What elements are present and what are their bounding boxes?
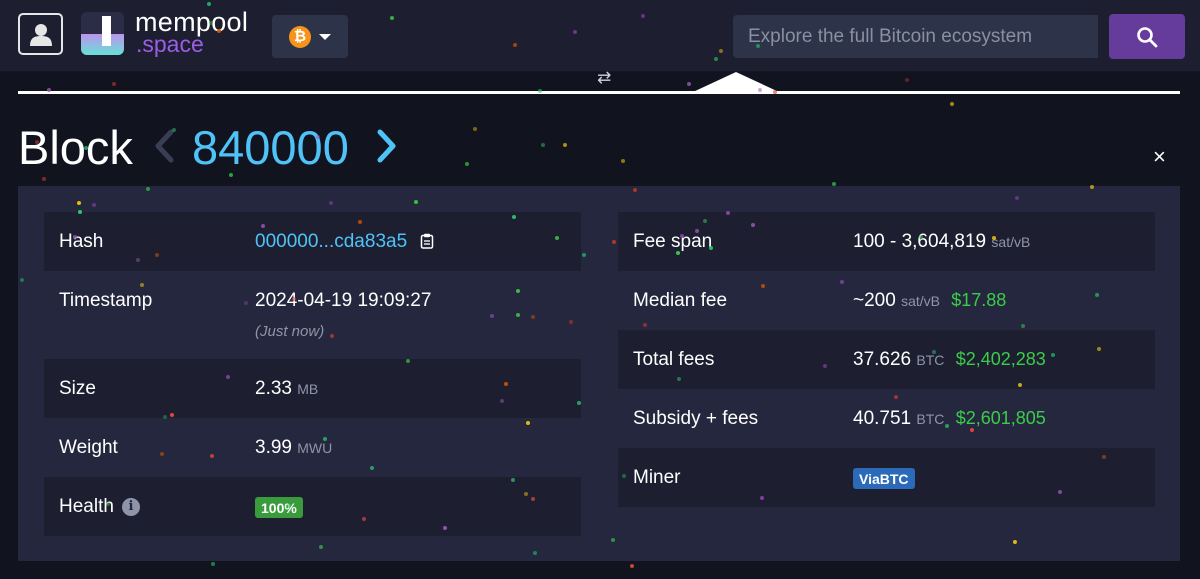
confetti-dot bbox=[563, 143, 567, 147]
fee-span-label: Fee span bbox=[633, 231, 713, 252]
user-icon bbox=[29, 24, 52, 46]
previous-block-icon[interactable] bbox=[152, 128, 176, 164]
search-input[interactable] bbox=[733, 15, 1098, 58]
info-icon[interactable]: i bbox=[121, 497, 140, 516]
bitcoin-icon: ₿ bbox=[289, 25, 311, 48]
confetti-dot bbox=[112, 82, 116, 86]
fee-span-unit: sat/vB bbox=[991, 234, 1031, 250]
table-row-fee-span: Fee span 100 - 3,604,819 sat/vB bbox=[618, 212, 1155, 271]
confetti-dot bbox=[630, 564, 634, 568]
weight-value-wrap: 3.99 MWU bbox=[255, 437, 332, 459]
table-row-timestamp: Timestamp 2024-04-19 19:09:27 (Just now) bbox=[44, 271, 581, 359]
subsidy-fees-fiat[interactable]: $2,601,805 bbox=[956, 408, 1046, 428]
confetti-dot bbox=[905, 78, 909, 82]
table-row-weight: Weight 3.99 MWU bbox=[44, 418, 581, 477]
confetti-dot bbox=[541, 143, 545, 147]
fee-span-value-wrap: 100 - 3,604,819 sat/vB bbox=[853, 231, 1030, 253]
selected-block-pointer bbox=[693, 72, 779, 92]
median-fee-label: Median fee bbox=[633, 290, 728, 311]
confetti-dot bbox=[621, 159, 625, 163]
median-fee-fiat[interactable]: $17.88 bbox=[951, 290, 1006, 310]
close-icon[interactable]: × bbox=[1153, 146, 1166, 168]
block-details-left-table: Hash 000000...cda83a5 Timestamp 2024-04-… bbox=[44, 212, 581, 536]
user-account-button[interactable] bbox=[18, 13, 63, 55]
miner-badge[interactable]: ViaBTC bbox=[853, 468, 915, 489]
timestamp-label: Timestamp bbox=[59, 290, 153, 311]
miner-value-wrap: ViaBTC bbox=[853, 468, 915, 490]
table-row-median-fee: Median fee ~200 sat/vB $17.88 bbox=[618, 271, 1155, 330]
chevron-down-icon bbox=[319, 33, 331, 40]
subsidy-fees-label: Subsidy + fees bbox=[633, 408, 759, 429]
subsidy-fees-value: 40.751 bbox=[853, 408, 912, 429]
top-navbar: mempool .space ₿ bbox=[0, 0, 1200, 72]
blockchain-divider bbox=[18, 91, 1180, 94]
table-row-miner: Miner ViaBTC bbox=[618, 448, 1155, 507]
miner-label: Miner bbox=[633, 467, 681, 488]
size-value-wrap: 2.33 MB bbox=[255, 378, 318, 400]
total-fees-value-wrap: 37.626 BTC $2,402,283 bbox=[853, 349, 1046, 371]
confetti-dot bbox=[465, 162, 469, 166]
size-label: Size bbox=[59, 378, 96, 399]
block-details-right-table: Fee span 100 - 3,604,819 sat/vB Median f… bbox=[618, 212, 1155, 507]
total-fees-value: 37.626 bbox=[853, 349, 912, 370]
health-badge: 100% bbox=[255, 497, 303, 518]
median-fee-unit: sat/vB bbox=[901, 293, 940, 309]
table-row-total-fees: Total fees 37.626 BTC $2,402,283 bbox=[618, 330, 1155, 389]
confetti-dot bbox=[211, 562, 215, 566]
confetti-dot bbox=[950, 102, 954, 106]
size-unit: MB bbox=[297, 381, 319, 397]
mempool-logo-icon[interactable] bbox=[81, 12, 124, 55]
timestamp-value: 2024-04-19 19:09:27 bbox=[255, 290, 432, 311]
weight-label: Weight bbox=[59, 437, 118, 458]
total-fees-unit: BTC bbox=[916, 352, 945, 368]
search-button[interactable] bbox=[1109, 14, 1185, 59]
block-height: 840000 bbox=[192, 121, 349, 174]
median-fee-value: ~200 bbox=[853, 290, 896, 311]
subsidy-fees-value-wrap: 40.751 BTC $2,601,805 bbox=[853, 408, 1046, 430]
table-row-subsidy-fees: Subsidy + fees 40.751 BTC $2,601,805 bbox=[618, 389, 1155, 448]
table-row-hash: Hash 000000...cda83a5 bbox=[44, 212, 581, 271]
weight-value: 3.99 bbox=[255, 437, 292, 458]
subsidy-fees-unit: BTC bbox=[916, 411, 945, 427]
network-selector-button[interactable]: ₿ bbox=[272, 15, 348, 58]
timestamp-relative: (Just now) bbox=[255, 323, 325, 340]
total-fees-label: Total fees bbox=[633, 349, 715, 370]
next-block-icon[interactable] bbox=[375, 128, 399, 164]
health-label: Health bbox=[59, 496, 114, 517]
copy-icon[interactable] bbox=[420, 233, 434, 249]
confetti-dot bbox=[687, 82, 691, 86]
block-details-panel: Hash 000000...cda83a5 Timestamp 2024-04-… bbox=[18, 186, 1180, 561]
page-title: Block bbox=[18, 121, 133, 174]
size-value: 2.33 bbox=[255, 378, 292, 399]
confetti-dot bbox=[473, 127, 477, 131]
table-row-health: Health i 100% bbox=[44, 477, 581, 536]
search-icon bbox=[1137, 26, 1158, 47]
hash-label: Hash bbox=[59, 231, 104, 252]
mempool-logo-text[interactable]: mempool .space bbox=[135, 9, 248, 56]
table-row-size: Size 2.33 MB bbox=[44, 359, 581, 418]
health-value-wrap: 100% bbox=[255, 497, 303, 519]
weight-unit: MWU bbox=[297, 440, 333, 456]
health-label-wrap: Health i bbox=[59, 496, 140, 518]
median-fee-value-wrap: ~200 sat/vB $17.88 bbox=[853, 290, 1006, 312]
confetti-dot bbox=[42, 177, 46, 181]
total-fees-fiat[interactable]: $2,402,283 bbox=[956, 349, 1046, 369]
fee-span-value: 100 - 3,604,819 bbox=[853, 231, 987, 252]
hash-value-wrap: 000000...cda83a5 bbox=[255, 231, 434, 253]
hash-link[interactable]: 000000...cda83a5 bbox=[255, 231, 407, 252]
swap-direction-icon[interactable]: ⇄ bbox=[597, 68, 611, 88]
